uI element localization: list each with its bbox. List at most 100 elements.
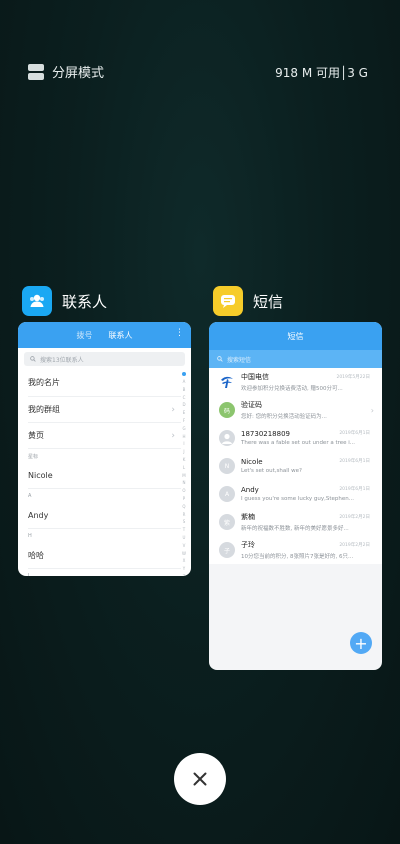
message-thread[interactable]: 中国电信 欢迎参加积分兑换话费活动, 赠500分可... 2019年5月22日: [209, 368, 382, 396]
search-icon: [217, 356, 223, 362]
close-icon: [193, 772, 207, 786]
app-card-messages[interactable]: 短信 搜索短信 中国电信 欢迎参加积分兑换话费活动, 赠500分可... 201…: [209, 322, 382, 670]
chevron-right-icon: ›: [370, 406, 374, 415]
app-card-contacts[interactable]: 拨号 联系人 ⋮ 搜索13位联系人 我的名片 我的群组 › 黄页 › 星标 Ni…: [18, 322, 191, 576]
thread-date: 2019年6月1日: [339, 431, 370, 436]
list-item[interactable]: 哈哈: [28, 543, 181, 569]
alphabet-index-letter[interactable]: A: [183, 378, 186, 386]
messages-header: 短信: [209, 322, 382, 350]
alphabet-index-letter[interactable]: Y: [183, 565, 185, 573]
my-card-label: 我的名片: [28, 378, 60, 387]
telecom-logo-icon: [219, 374, 235, 390]
alphabet-index-letter[interactable]: F: [183, 417, 185, 425]
split-screen-button[interactable]: 分屏模式: [28, 62, 104, 81]
contacts-search-input[interactable]: 搜索13位联系人: [24, 352, 185, 366]
section-header-a: A: [28, 493, 32, 499]
alphabet-index-letter[interactable]: W: [182, 550, 186, 558]
app-header-contacts[interactable]: 联系人: [22, 286, 107, 316]
chevron-right-icon: ›: [171, 430, 175, 441]
thread-preview: There was a fable set out under a tree i…: [241, 440, 356, 446]
alphabet-index-letter[interactable]: I: [183, 440, 184, 448]
letter-avatar: N: [219, 458, 235, 474]
my-groups-row[interactable]: 我的群组 ›: [28, 397, 181, 423]
alphabet-index-letter[interactable]: H: [182, 433, 185, 441]
thread-date: 2019年2月2日: [339, 515, 370, 520]
top-bar: 分屏模式 918 M 可用│3 G: [0, 60, 400, 86]
message-thread[interactable]: 18730218809 There was a fable set out un…: [209, 424, 382, 452]
contacts-icon: [22, 286, 52, 316]
alphabet-index-letter[interactable]: M: [182, 472, 185, 480]
thread-preview: 欢迎参加积分兑换话费活动, 赠500分可...: [241, 386, 343, 392]
menu-icon[interactable]: ⋮: [175, 328, 184, 338]
alphabet-index-letter[interactable]: P: [183, 495, 185, 503]
alphabet-index-letter[interactable]: D: [182, 401, 185, 409]
section-header-starred: 星标: [28, 453, 39, 460]
search-icon: [30, 356, 36, 362]
app-name-contacts: 联系人: [62, 292, 108, 311]
letter-avatar: 子: [219, 542, 235, 558]
new-message-button[interactable]: +: [350, 632, 372, 654]
alphabet-index-letter[interactable]: K: [183, 456, 186, 464]
alphabet-index[interactable]: ABCDEFGHIJKLMNOPQRSTUVWXYZ#: [180, 372, 188, 576]
alphabet-index-letter[interactable]: U: [183, 534, 186, 542]
my-groups-label: 我的群组: [28, 405, 60, 414]
contact-name: 哈哈: [28, 551, 44, 560]
app-name-messages: 短信: [253, 292, 284, 311]
thread-date: 2019年5月22日: [336, 375, 370, 380]
split-screen-icon: [28, 63, 44, 80]
message-thread[interactable]: 紫 紫楠 新年的祝福数不胜数, 新年的美好愿景多好... 2019年2月2日: [209, 508, 382, 536]
alphabet-index-letter[interactable]: E: [183, 409, 186, 417]
alphabet-index-letter[interactable]: R: [183, 511, 186, 519]
search-placeholder: 搜索短信: [227, 356, 252, 364]
letter-avatar: A: [219, 486, 235, 502]
list-item[interactable]: Nicole: [28, 463, 181, 489]
contact-name: Nicole: [28, 471, 53, 480]
yellow-pages-row[interactable]: 黄页 ›: [28, 423, 181, 449]
contact-name: Andy: [28, 511, 49, 520]
message-thread[interactable]: N Nicole Let's set out,shall we? 2019年6月…: [209, 452, 382, 480]
thread-preview: 您好: 您的积分兑换活动验证码为...: [241, 414, 327, 420]
close-all-button[interactable]: [174, 753, 226, 805]
alphabet-index-letter[interactable]: N: [183, 479, 186, 487]
yellow-pages-label: 黄页: [28, 431, 44, 440]
message-thread[interactable]: A Andy I guess you're some lucky guy,Ste…: [209, 480, 382, 508]
thread-date: 2019年2月2日: [339, 543, 370, 548]
verify-icon: 码: [219, 402, 235, 418]
search-placeholder: 搜索13位联系人: [40, 356, 84, 364]
alphabet-index-letter[interactable]: B: [183, 386, 186, 394]
message-thread[interactable]: 码 验证码 您好: 您的积分兑换活动验证码为... ›: [209, 396, 382, 424]
message-thread-list: 中国电信 欢迎参加积分兑换话费活动, 赠500分可... 2019年5月22日 …: [209, 368, 382, 564]
alphabet-index-letter[interactable]: Q: [182, 503, 185, 511]
thread-preview: I guess you're some lucky guy,Stephen...: [241, 496, 354, 502]
thread-preview: Let's set out,shall we?: [241, 468, 302, 474]
app-header-messages[interactable]: 短信: [213, 286, 283, 316]
messages-search-input[interactable]: 搜索短信: [209, 350, 382, 368]
tab-dialer[interactable]: 拨号: [77, 330, 93, 341]
contacts-list: 我的名片 我的群组 › 黄页 › 星标 Nicole A Andy H 哈哈 J: [18, 369, 191, 576]
alphabet-index-letter[interactable]: X: [183, 557, 186, 565]
alphabet-index-letter[interactable]: C: [183, 394, 186, 402]
my-card-row[interactable]: 我的名片: [28, 369, 181, 397]
alphabet-index-letter[interactable]: T: [183, 526, 185, 534]
alphabet-index-letter[interactable]: S: [183, 518, 186, 526]
star-index-dot: [182, 372, 186, 376]
message-thread[interactable]: 子 子玲 10分您当前的积分, 8张照片7张是好的, 6只... 2019年2月…: [209, 536, 382, 564]
list-item[interactable]: Andy: [28, 503, 181, 529]
person-icon: [219, 430, 235, 446]
alphabet-index-letter[interactable]: G: [182, 425, 185, 433]
thread-preview: 新年的祝福数不胜数, 新年的美好愿景多好...: [241, 526, 349, 532]
alphabet-index-letter[interactable]: Z: [183, 573, 186, 576]
thread-preview: 10分您当前的积分, 8张照片7张是好的, 6只...: [241, 554, 354, 560]
alphabet-index-letter[interactable]: L: [183, 464, 185, 472]
alphabet-index-letter[interactable]: O: [182, 487, 185, 495]
contacts-header: 拨号 联系人 ⋮: [18, 322, 191, 348]
section-header-h: H: [28, 533, 32, 539]
alphabet-index-letter[interactable]: V: [183, 542, 186, 550]
tab-contacts[interactable]: 联系人: [109, 330, 133, 341]
split-screen-label: 分屏模式: [52, 66, 105, 81]
section-header-j: J: [28, 573, 30, 576]
chevron-right-icon: ›: [171, 404, 175, 415]
alphabet-index-letter[interactable]: J: [183, 448, 184, 456]
thread-date: 2019年6月1日: [339, 459, 370, 464]
letter-avatar: 紫: [219, 514, 235, 530]
